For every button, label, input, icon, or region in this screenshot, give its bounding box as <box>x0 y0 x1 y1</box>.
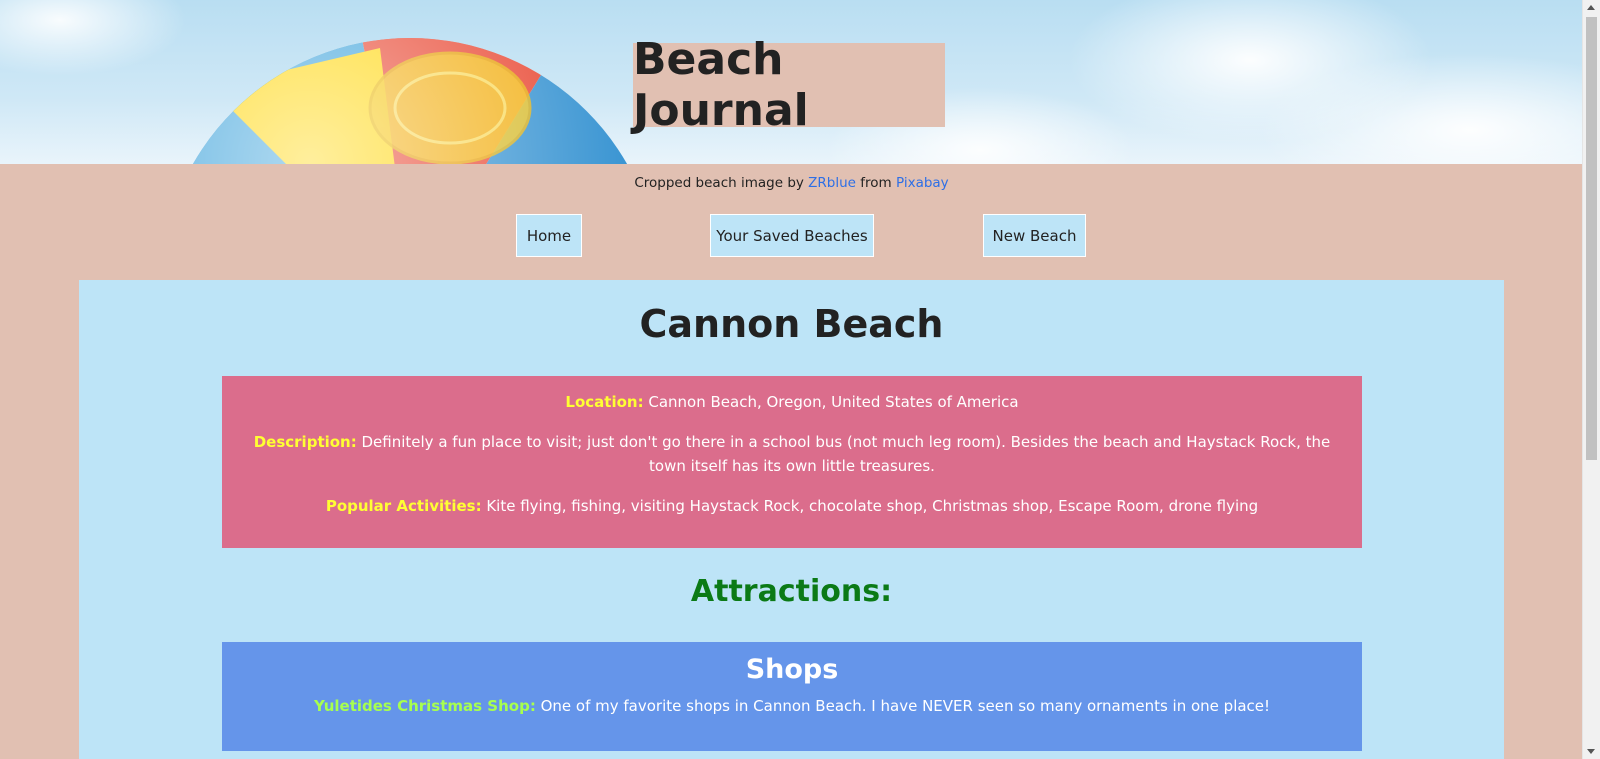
site-title: Beach Journal <box>633 34 809 136</box>
nav-new-beach-button[interactable]: New Beach <box>983 214 1086 257</box>
scroll-up-arrow-icon[interactable] <box>1587 5 1595 10</box>
activities-value: Kite flying, fishing, visiting Haystack … <box>481 497 1259 515</box>
location-row: Location: Cannon Beach, Oregon, United S… <box>240 390 1344 414</box>
nav-home-button[interactable]: Home <box>516 214 582 257</box>
site-title-box: Beach Journal <box>633 34 945 136</box>
credit-middle: from <box>855 175 896 191</box>
scrollbar-thumb[interactable] <box>1586 17 1597 460</box>
scroll-down-arrow-icon[interactable] <box>1587 749 1595 754</box>
page-scrollbar[interactable] <box>1582 0 1600 759</box>
credit-source-link[interactable]: Pixabay <box>896 175 949 191</box>
activities-row: Popular Activities: Kite flying, fishing… <box>240 494 1344 518</box>
beach-info-box: Location: Cannon Beach, Oregon, United S… <box>222 376 1362 548</box>
hero-banner: Beach Journal <box>0 0 1583 164</box>
shop-note: One of my favorite shops in Cannon Beach… <box>535 697 1271 715</box>
location-label: Location: <box>565 393 644 411</box>
credit-author-link[interactable]: ZRblue <box>808 175 856 191</box>
shops-heading: Shops <box>745 654 839 685</box>
list-item: Yuletides Christmas Shop: One of my favo… <box>222 697 1362 715</box>
location-value: Cannon Beach, Oregon, United States of A… <box>643 393 1019 411</box>
description-row: Description: Definitely a fun place to v… <box>240 430 1344 478</box>
beach-panel: Cannon Beach Location: Cannon Beach, Ore… <box>79 280 1504 759</box>
image-credit: Cropped beach image by ZRblue from Pixab… <box>0 175 1583 191</box>
description-label: Description: <box>253 433 357 451</box>
beach-name: Cannon Beach <box>639 302 944 346</box>
activities-label: Popular Activities: <box>325 497 482 515</box>
description-value: Definitely a fun place to visit; just do… <box>356 433 1331 475</box>
credit-prefix: Cropped beach image by <box>634 175 809 191</box>
nav-saved-beaches-button[interactable]: Your Saved Beaches <box>710 214 874 257</box>
beach-ball-image <box>150 28 670 164</box>
shop-name: Yuletides Christmas Shop: <box>313 697 536 715</box>
attractions-heading: Attractions: <box>690 574 893 609</box>
shops-section: Shops Yuletides Christmas Shop: One of m… <box>222 642 1362 751</box>
